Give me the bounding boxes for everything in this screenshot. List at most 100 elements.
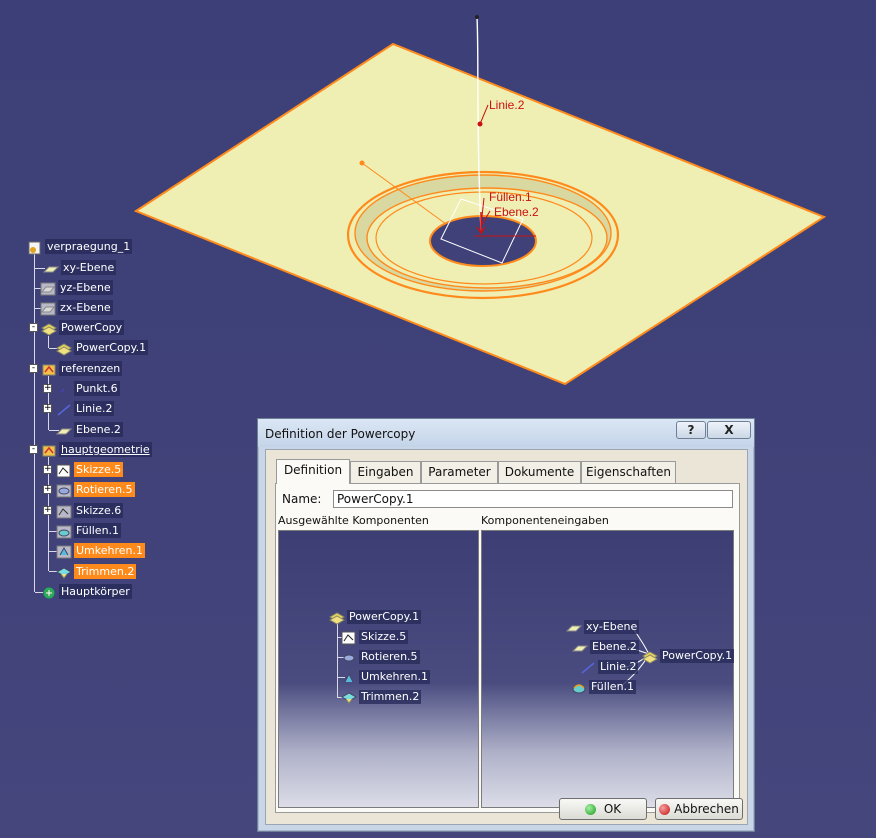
tree-item-fill1[interactable]: Füllen.1: [56, 522, 122, 539]
ok-label: OK: [603, 802, 622, 816]
dialog-body: Definition Eingaben Parameter Dokumente …: [265, 449, 748, 825]
tree-label: PowerCopy: [59, 320, 125, 335]
input-node[interactable]: Ebene.2: [571, 639, 639, 655]
tree-label: Rotieren.5: [74, 482, 135, 497]
tree-item-invert1[interactable]: Umkehren.1: [56, 542, 145, 559]
fill-icon: [571, 680, 587, 694]
component-item[interactable]: Umkehren.1: [341, 669, 430, 685]
plane-hidden-icon: [40, 281, 56, 295]
tree-item-rotate5[interactable]: Rotieren.5: [56, 481, 135, 498]
tab-parameters[interactable]: Parameter: [421, 461, 498, 483]
powercopy-icon: [641, 649, 659, 664]
specification-tree: verpraegung_1 xy-Ebene yz-Ebene zx-Ebene…: [0, 0, 250, 620]
tree-item-root[interactable]: verpraegung_1: [27, 238, 133, 255]
tree-collapse-toggle[interactable]: -: [29, 364, 38, 373]
component-label: PowerCopy.1: [347, 610, 422, 624]
component-label: Rotieren.5: [359, 650, 420, 664]
tab-properties[interactable]: Eigenschaften: [581, 461, 676, 483]
input-label: Ebene.2: [590, 640, 639, 654]
powercopy-icon: [55, 341, 73, 356]
trim-icon: [55, 565, 73, 579]
input-node[interactable]: xy-Ebene: [565, 619, 640, 635]
component-inputs-pane[interactable]: xy-Ebene Ebene.2 Linie.2 Füllen.1 PowerC…: [481, 530, 735, 808]
tree-label: Umkehren.1: [74, 543, 145, 558]
label-fill[interactable]: Füllen.1: [489, 190, 532, 204]
target-label: PowerCopy.1: [660, 649, 735, 663]
selected-components-header: Ausgewählte Komponenten: [278, 514, 429, 527]
revolve-icon: [341, 650, 357, 664]
component-item[interactable]: Trimmen.2: [340, 689, 422, 705]
part-icon: [27, 240, 43, 254]
tree-label: Skizze.6: [74, 503, 124, 518]
geometric-set-icon: [41, 443, 57, 457]
body-icon: [41, 585, 57, 599]
plane-icon: [55, 423, 73, 437]
name-input[interactable]: PowerCopy.1: [333, 490, 733, 508]
tree-label: Hauptkörper: [59, 584, 132, 599]
plane-icon: [565, 620, 583, 634]
close-button[interactable]: X: [707, 421, 751, 439]
axis-end-point[interactable]: [475, 15, 479, 19]
tree-item-point6[interactable]: Punkt.6: [56, 380, 120, 397]
ok-button[interactable]: OK: [559, 798, 647, 820]
sketch-icon: [341, 630, 357, 645]
component-item[interactable]: Rotieren.5: [341, 649, 420, 665]
label-line[interactable]: Linie.2: [489, 98, 524, 112]
sketch-hidden-icon: [56, 504, 72, 518]
tree-item-zx-plane[interactable]: zx-Ebene: [40, 299, 113, 316]
sketch-icon: [56, 463, 72, 477]
name-label: Name:: [282, 492, 322, 506]
powercopy-icon: [328, 610, 346, 625]
tree-expand-toggle[interactable]: +: [43, 485, 52, 494]
point-icon: [56, 382, 72, 396]
tree-item-line2[interactable]: Linie.2: [56, 400, 115, 417]
component-item[interactable]: Skizze.5: [341, 629, 409, 645]
tree-expand-toggle[interactable]: +: [43, 465, 52, 474]
cancel-button[interactable]: Abbrechen: [655, 798, 743, 820]
tree-item-references[interactable]: referenzen: [41, 360, 123, 377]
selected-components-pane[interactable]: PowerCopy.1 Skizze.5 Rotieren.5 Umkehren…: [278, 530, 479, 808]
tree-expand-toggle[interactable]: +: [43, 384, 52, 393]
cancel-label: Abbrechen: [674, 802, 739, 816]
label-plane[interactable]: Ebene.2: [494, 205, 539, 219]
input-label: Füllen.1: [589, 680, 637, 694]
help-button[interactable]: ?: [676, 421, 706, 439]
cancel-icon: [659, 803, 671, 815]
plane-hidden-icon: [40, 301, 56, 315]
plane-icon: [42, 261, 60, 275]
tree-item-main-body[interactable]: Hauptkörper: [41, 583, 132, 600]
geometric-set-icon: [41, 362, 57, 376]
tree-item-plane2[interactable]: Ebene.2: [55, 421, 123, 438]
tab-inputs[interactable]: Eingaben: [350, 461, 421, 483]
input-node[interactable]: Füllen.1: [571, 679, 637, 695]
tree-item-yz-plane[interactable]: yz-Ebene: [40, 279, 113, 296]
component-inputs-header: Komponenteneingaben: [481, 514, 609, 527]
powercopy-definition-dialog: Definition der Powercopy ? X Definition …: [257, 418, 755, 832]
tree-collapse-toggle[interactable]: -: [29, 323, 38, 332]
tree-item-trim2[interactable]: Trimmen.2: [55, 563, 137, 580]
tree-label: Punkt.6: [74, 381, 120, 396]
component-root[interactable]: PowerCopy.1: [328, 609, 422, 625]
tree-collapse-toggle[interactable]: -: [29, 445, 38, 454]
tree-item-sketch5[interactable]: Skizze.5: [56, 461, 124, 478]
input-node[interactable]: Linie.2: [580, 659, 639, 675]
tree-item-powercopy-1[interactable]: PowerCopy.1: [55, 339, 149, 356]
tree-label: Trimmen.2: [74, 564, 137, 579]
tree-label: referenzen: [59, 361, 123, 376]
tree-label: verpraegung_1: [45, 239, 133, 254]
tree-item-xy-plane[interactable]: xy-Ebene: [42, 259, 117, 276]
tab-definition[interactable]: Definition: [276, 459, 350, 484]
tab-documents[interactable]: Dokumente: [498, 461, 581, 483]
input-label: Linie.2: [598, 660, 639, 674]
tree-expand-toggle[interactable]: +: [43, 404, 52, 413]
fill-hidden-icon: [56, 524, 72, 538]
tree-item-sketch6[interactable]: Skizze.6: [56, 502, 124, 519]
tree-item-main-geometry[interactable]: hauptgeometrie: [41, 441, 152, 458]
target-node[interactable]: PowerCopy.1: [641, 648, 735, 664]
tree-expand-toggle[interactable]: +: [43, 506, 52, 515]
tree-label: xy-Ebene: [61, 260, 117, 275]
dialog-titlebar[interactable]: Definition der Powercopy ? X: [258, 419, 754, 447]
tree-label: yz-Ebene: [58, 280, 113, 295]
tree-item-powercopy-set[interactable]: PowerCopy: [40, 319, 125, 336]
component-label: Umkehren.1: [359, 670, 430, 684]
